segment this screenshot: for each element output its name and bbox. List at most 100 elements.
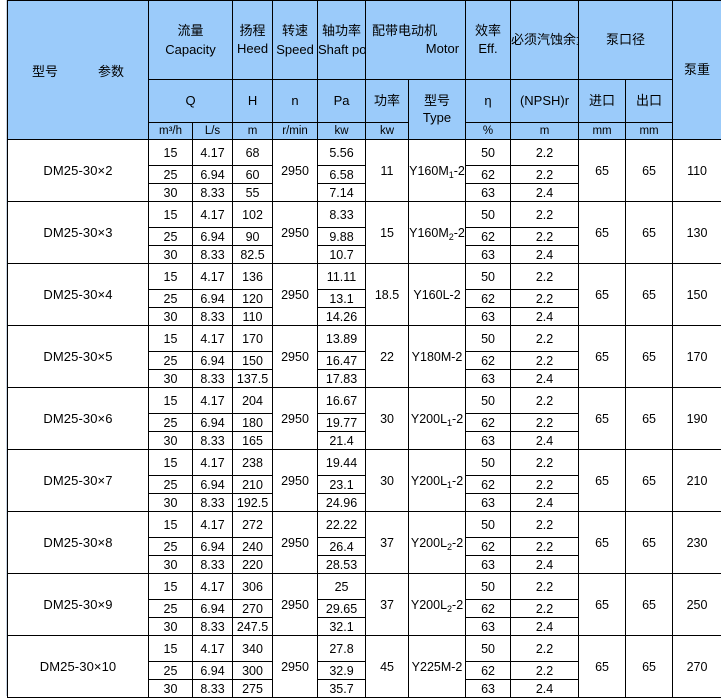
cell-efficiency: 63 xyxy=(466,494,511,512)
cell-motor-type: Y160M2-2 xyxy=(409,202,466,264)
header-efficiency: 效率 Eff. xyxy=(466,1,511,80)
cell-capacity-ls: 4.17 xyxy=(193,264,233,290)
cell-head: 90 xyxy=(233,228,273,246)
cell-head: 102 xyxy=(233,202,273,228)
pump-spec-sheet: 型号 参数 流量 Capacity 扬程 Heed 转速 Speed xyxy=(0,0,721,696)
cell-head: 300 xyxy=(233,662,273,680)
cell-npshr: 2.2 xyxy=(511,140,579,166)
cell-npshr: 2.4 xyxy=(511,308,579,326)
cell-motor-power: 30 xyxy=(366,388,409,450)
spreadsheet-gutter xyxy=(0,0,7,696)
cell-shaft-power: 10.7 xyxy=(318,246,366,264)
cell-head: 136 xyxy=(233,264,273,290)
cell-efficiency: 63 xyxy=(466,308,511,326)
cell-capacity-ls: 8.33 xyxy=(193,618,233,636)
cell-head: 82.5 xyxy=(233,246,273,264)
cell-efficiency: 63 xyxy=(466,680,511,698)
cell-shaft-power: 14.26 xyxy=(318,308,366,326)
cell-outlet-bore: 65 xyxy=(626,140,673,202)
header-motor-type-cn: 型号 xyxy=(409,93,465,110)
cell-model: DM25-30×7 xyxy=(8,450,149,512)
cell-capacity-m3h: 15 xyxy=(149,140,193,166)
cell-capacity-m3h: 25 xyxy=(149,600,193,618)
table-row[interactable]: DM25-30×7154.17238295019.4430Y200L1-2502… xyxy=(8,450,721,476)
cell-shaft-power: 11.11 xyxy=(318,264,366,290)
table-row[interactable]: DM25-30×6154.17204295016.6730Y200L1-2502… xyxy=(8,388,721,414)
cell-head: 192.5 xyxy=(233,494,273,512)
header-shaft-power: 轴功率 Shaft power xyxy=(318,1,366,80)
header-param-label: 参数 xyxy=(98,61,124,80)
cell-head: 68 xyxy=(233,140,273,166)
cell-shaft-power: 6.58 xyxy=(318,166,366,184)
cell-efficiency: 50 xyxy=(466,140,511,166)
cell-shaft-power: 13.1 xyxy=(318,290,366,308)
header-symbol-npshr: (NPSH)r xyxy=(511,80,579,123)
cell-capacity-m3h: 25 xyxy=(149,352,193,370)
header-motor-en: Motor xyxy=(372,40,459,58)
cell-shaft-power: 19.44 xyxy=(318,450,366,476)
cell-head: 220 xyxy=(233,556,273,574)
table-row[interactable]: DM25-30×4154.17136295011.1118.5Y160L-250… xyxy=(8,264,721,290)
motor-type-subscript: 2 xyxy=(447,542,452,552)
cell-outlet-bore: 65 xyxy=(626,264,673,326)
cell-efficiency: 50 xyxy=(466,450,511,476)
cell-capacity-ls: 4.17 xyxy=(193,574,233,600)
cell-shaft-power: 32.1 xyxy=(318,618,366,636)
cell-shaft-power: 35.7 xyxy=(318,680,366,698)
cell-capacity-m3h: 30 xyxy=(149,370,193,388)
cell-capacity-m3h: 25 xyxy=(149,662,193,680)
cell-npshr: 2.4 xyxy=(511,246,579,264)
cell-head: 340 xyxy=(233,636,273,662)
cell-speed: 2950 xyxy=(273,326,318,388)
cell-motor-power: 18.5 xyxy=(366,264,409,326)
table-row[interactable]: DM25-30×3154.1710229508.3315Y160M2-2502.… xyxy=(8,202,721,228)
table-row[interactable]: DM25-30×8154.17272295022.2237Y200L2-2502… xyxy=(8,512,721,538)
header-speed-en: Speed xyxy=(273,40,317,60)
cell-motor-power: 37 xyxy=(366,574,409,636)
header-model-label: 型号 xyxy=(32,61,58,80)
cell-inlet-bore: 65 xyxy=(579,140,626,202)
cell-pump-weight: 110 xyxy=(673,140,721,202)
cell-efficiency: 63 xyxy=(466,370,511,388)
cell-efficiency: 62 xyxy=(466,538,511,556)
cell-efficiency: 62 xyxy=(466,166,511,184)
cell-motor-type: Y200L1-2 xyxy=(409,388,466,450)
table-row[interactable]: DM25-30×9154.1730629502537Y200L2-2502.26… xyxy=(8,574,721,600)
cell-capacity-m3h: 25 xyxy=(149,414,193,432)
cell-capacity-m3h: 30 xyxy=(149,494,193,512)
table-row[interactable]: DM25-30×10154.17340295027.845Y225M-2502.… xyxy=(8,636,721,662)
cell-npshr: 2.2 xyxy=(511,636,579,662)
header-motor-type-en: Type xyxy=(409,110,465,127)
header-pump-weight: 泵重 xyxy=(673,1,721,140)
cell-capacity-m3h: 15 xyxy=(149,202,193,228)
cell-head: 275 xyxy=(233,680,273,698)
motor-type-subscript: 1 xyxy=(447,418,452,428)
header-motor: 配带电动机 Motor xyxy=(366,1,466,80)
cell-outlet-bore: 65 xyxy=(626,574,673,636)
cell-npshr: 2.2 xyxy=(511,414,579,432)
cell-motor-power: 30 xyxy=(366,450,409,512)
cell-pump-weight: 190 xyxy=(673,388,721,450)
cell-npshr: 2.2 xyxy=(511,574,579,600)
cell-capacity-m3h: 25 xyxy=(149,476,193,494)
cell-outlet-bore: 65 xyxy=(626,512,673,574)
cell-capacity-ls: 4.17 xyxy=(193,326,233,352)
cell-efficiency: 62 xyxy=(466,414,511,432)
table-row[interactable]: DM25-30×2154.176829505.5611Y160M1-2502.2… xyxy=(8,140,721,166)
cell-efficiency: 62 xyxy=(466,352,511,370)
cell-inlet-bore: 65 xyxy=(579,388,626,450)
cell-head: 55 xyxy=(233,184,273,202)
cell-shaft-power: 26.4 xyxy=(318,538,366,556)
cell-capacity-ls: 6.94 xyxy=(193,352,233,370)
cell-capacity-ls: 6.94 xyxy=(193,290,233,308)
cell-motor-type: Y200L2-2 xyxy=(409,512,466,574)
table-row[interactable]: DM25-30×5154.17170295013.8922Y180M-2502.… xyxy=(8,326,721,352)
cell-efficiency: 62 xyxy=(466,476,511,494)
cell-head: 272 xyxy=(233,512,273,538)
cell-capacity-m3h: 30 xyxy=(149,246,193,264)
cell-npshr: 2.2 xyxy=(511,450,579,476)
cell-capacity-ls: 8.33 xyxy=(193,308,233,326)
header-unit-inlet-mm: mm xyxy=(579,123,626,140)
cell-shaft-power: 5.56 xyxy=(318,140,366,166)
cell-npshr: 2.2 xyxy=(511,352,579,370)
